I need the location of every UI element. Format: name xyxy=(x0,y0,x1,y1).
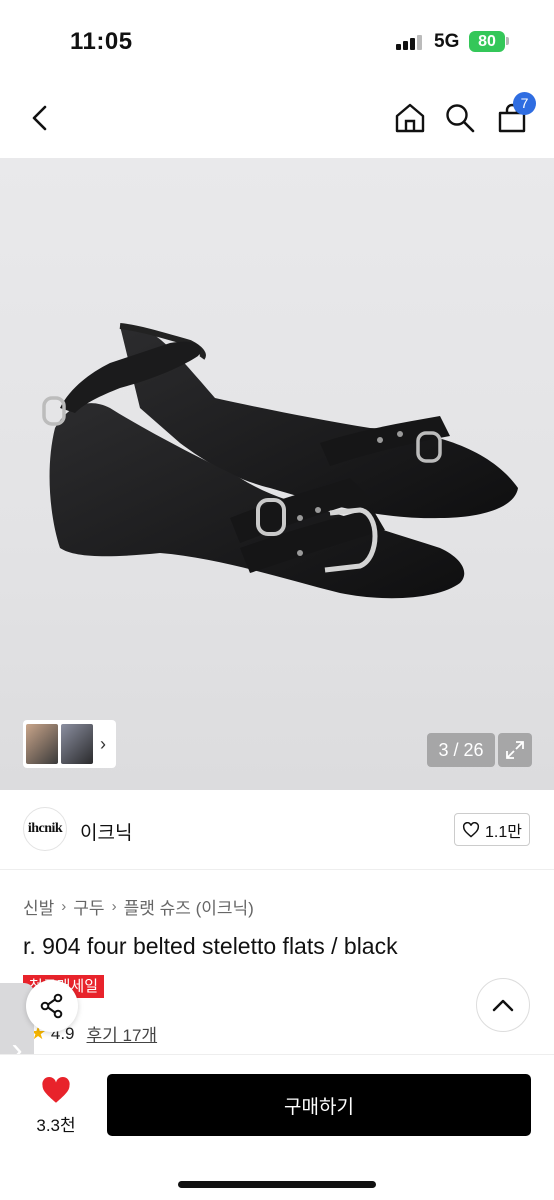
wish-count: 3.3천 xyxy=(36,1116,76,1135)
breadcrumb-item[interactable]: 신발 xyxy=(23,894,54,919)
nav-bar: 7 xyxy=(0,80,554,158)
product-image[interactable]: › 3 / 26 xyxy=(0,158,554,790)
buy-button[interactable]: 구매하기 xyxy=(107,1074,531,1136)
bottom-bar: 3.3천 구매하기 xyxy=(0,1054,554,1200)
home-indicator xyxy=(178,1181,376,1188)
brand-name[interactable]: 이크닉 xyxy=(80,818,132,845)
heart-outline-icon xyxy=(463,821,480,838)
wish-button[interactable]: 3.3천 xyxy=(30,1077,82,1136)
breadcrumb-item[interactable]: 플랫 슈즈 (이크닉) xyxy=(124,894,254,919)
chevron-right-icon[interactable]: › xyxy=(100,734,106,755)
share-icon xyxy=(40,993,63,1019)
image-counter: 3 / 26 xyxy=(427,733,495,767)
thumbnail-1[interactable] xyxy=(26,724,58,764)
breadcrumb: 신발 › 구두 › 플랫 슈즈 (이크닉) xyxy=(23,894,254,919)
battery-icon: 80 xyxy=(469,31,505,52)
review-link[interactable]: 후기 17개 xyxy=(87,1021,158,1046)
brand-like-count: 1.1만 xyxy=(485,823,522,841)
network-label: 5G xyxy=(434,31,460,52)
scroll-top-button[interactable] xyxy=(476,978,530,1032)
back-icon[interactable] xyxy=(20,98,60,138)
cart-count-badge: 7 xyxy=(513,92,536,115)
heart-filled-icon xyxy=(42,1077,70,1103)
battery-cap xyxy=(506,37,509,45)
status-time: 11:05 xyxy=(70,28,133,55)
status-bar: 11:05 5G 80 xyxy=(0,0,554,80)
chevron-up-icon xyxy=(492,999,514,1012)
thumbnail-2[interactable] xyxy=(61,724,93,764)
brand-like-button[interactable]: 1.1만 xyxy=(454,813,530,846)
breadcrumb-item[interactable]: 구두 xyxy=(73,894,104,919)
thumbnail-strip[interactable]: › xyxy=(23,720,116,768)
home-icon[interactable] xyxy=(390,98,430,138)
cart-icon[interactable]: 7 xyxy=(492,92,536,138)
battery-level: 80 xyxy=(478,33,496,50)
breadcrumb-separator: › xyxy=(111,898,117,915)
search-icon[interactable] xyxy=(440,98,480,138)
brand-row: ihcnik 이크닉 1.1만 xyxy=(0,790,554,870)
signal-icon xyxy=(396,34,426,50)
breadcrumb-separator: › xyxy=(61,898,67,915)
share-button[interactable] xyxy=(26,980,78,1032)
product-title: r. 904 four belted steletto flats / blac… xyxy=(23,933,398,959)
shoe-illustration xyxy=(42,323,518,599)
brand-logo[interactable]: ihcnik xyxy=(23,807,67,851)
expand-icon[interactable] xyxy=(498,733,532,767)
